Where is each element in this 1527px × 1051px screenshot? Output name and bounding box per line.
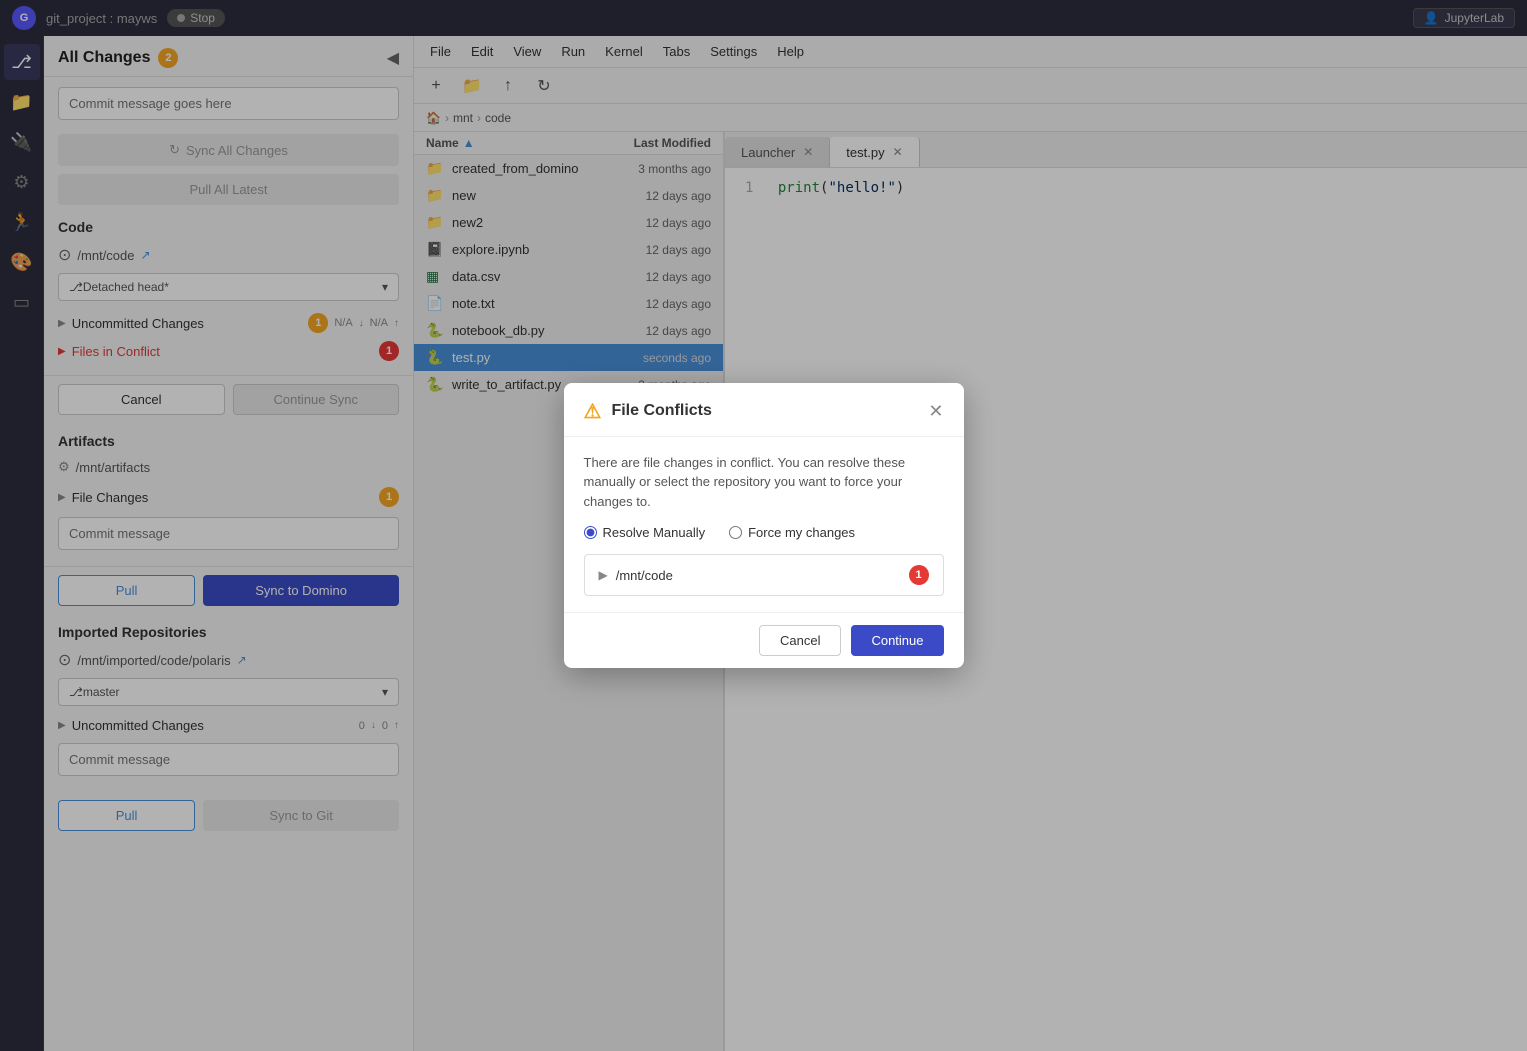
force-changes-label: Force my changes xyxy=(748,525,855,540)
conflict-repo-path: /mnt/code xyxy=(616,568,673,583)
resolve-manually-option[interactable]: Resolve Manually xyxy=(584,525,706,540)
conflict-dialog-badge: 1 xyxy=(909,565,929,585)
force-changes-radio[interactable] xyxy=(729,526,742,539)
repo-conflict-row[interactable]: ▶ /mnt/code 1 xyxy=(584,554,944,596)
dialog-body-text: There are file changes in conflict. You … xyxy=(584,453,944,512)
dialog-footer: Cancel Continue xyxy=(564,612,964,668)
dialog-title-text: File Conflicts xyxy=(611,402,711,420)
file-conflicts-dialog: ⚠ File Conflicts ✕ There are file change… xyxy=(564,383,964,669)
dialog-cancel-button[interactable]: Cancel xyxy=(759,625,841,656)
conflict-chevron-icon: ▶ xyxy=(599,568,608,582)
force-changes-option[interactable]: Force my changes xyxy=(729,525,855,540)
dialog-continue-button[interactable]: Continue xyxy=(851,625,943,656)
repo-conflict-name: ▶ /mnt/code xyxy=(599,568,673,583)
radio-group: Resolve Manually Force my changes xyxy=(584,525,944,540)
dialog-title: ⚠ File Conflicts xyxy=(584,399,712,424)
resolve-manually-radio[interactable] xyxy=(584,526,597,539)
resolve-manually-label: Resolve Manually xyxy=(603,525,706,540)
warning-icon: ⚠ xyxy=(584,399,602,424)
dialog-header: ⚠ File Conflicts ✕ xyxy=(564,383,964,437)
modal-overlay: ⚠ File Conflicts ✕ There are file change… xyxy=(0,0,1527,1051)
dialog-body: There are file changes in conflict. You … xyxy=(564,437,964,613)
dialog-close-button[interactable]: ✕ xyxy=(928,401,943,422)
